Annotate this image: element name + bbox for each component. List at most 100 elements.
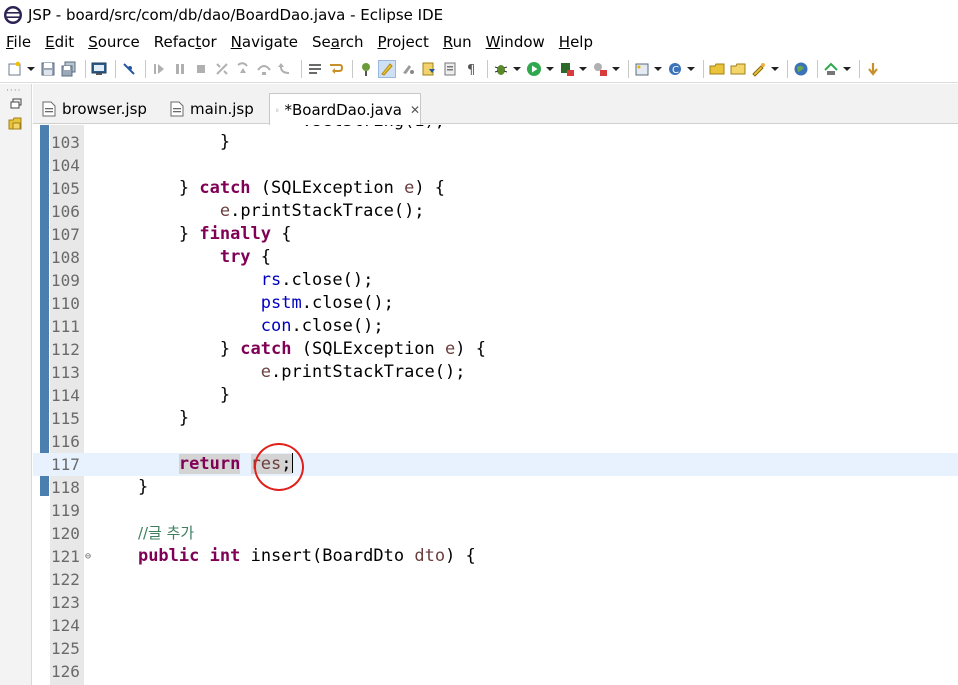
search-flashlight-icon[interactable] [750, 60, 768, 78]
new-icon[interactable] [6, 60, 24, 78]
menu-run[interactable]: Run [443, 33, 472, 51]
save-all-icon[interactable] [60, 60, 78, 78]
code-editor[interactable]: .setString(1); 103 }104105 } catch (SQLE… [33, 125, 958, 685]
code-line: 125 [33, 637, 958, 660]
new-java-class-icon[interactable]: C [666, 60, 684, 78]
next-edit-dropdown-icon[interactable] [843, 60, 851, 78]
menu-refactor[interactable]: Refactor [154, 33, 217, 51]
line-number: 105 [51, 179, 80, 198]
new-server-icon[interactable] [633, 60, 651, 78]
line-number: 122 [51, 570, 80, 589]
annotation-prev-icon[interactable] [441, 60, 459, 78]
menu-search[interactable]: Search [312, 33, 364, 51]
code-token: con [260, 316, 292, 336]
code-line: 110 pstm.close(); [33, 292, 958, 315]
package-explorer-icon[interactable] [7, 116, 25, 132]
code-token: (SQLException [250, 178, 405, 198]
editor-tab-bar: browser.jsp main.jsp J *BoardDao.java ✕ [33, 84, 958, 125]
code-line: 113 e.printStackTrace(); [33, 361, 958, 384]
code-token: } [97, 408, 190, 428]
code-token: .close(); [301, 293, 394, 313]
new-server-dropdown-icon[interactable] [654, 60, 662, 78]
debug-icon[interactable] [492, 60, 510, 78]
line-number: 123 [51, 593, 80, 612]
code-token: pstm [260, 293, 302, 313]
menu-source[interactable]: Source [88, 33, 140, 51]
code-token: } [97, 224, 200, 244]
toolbar-separator [628, 59, 629, 78]
toolbar-separator [301, 59, 302, 78]
run-icon[interactable] [525, 60, 543, 78]
code-token: e [219, 201, 231, 221]
external-tools-icon[interactable] [591, 60, 609, 78]
highlight-icon[interactable] [399, 60, 417, 78]
coverage-icon[interactable] [558, 60, 576, 78]
code-line: 119 [33, 499, 958, 522]
tab-label: *BoardDao.java [284, 100, 402, 119]
toolbar-separator [703, 59, 704, 78]
menu-help[interactable]: Help [559, 33, 593, 51]
save-icon[interactable] [39, 60, 57, 78]
close-tab-icon[interactable]: ✕ [410, 103, 420, 117]
line-number: 120 [51, 524, 80, 543]
run-dropdown-icon[interactable] [546, 60, 554, 78]
line-number: 104 [51, 156, 80, 175]
open-folder-icon[interactable] [729, 60, 747, 78]
mark-occurrences-icon[interactable] [378, 59, 396, 78]
jsp-file-icon [42, 101, 56, 117]
open-type-icon[interactable] [357, 60, 375, 78]
new-dropdown-icon[interactable] [27, 60, 35, 78]
jsp-file-icon [170, 101, 184, 117]
suspend-icon [171, 60, 189, 78]
fold-toggle-icon[interactable]: ⊖ [85, 545, 91, 568]
code-token: public [137, 546, 200, 566]
skip-breakpoints-icon[interactable] [120, 60, 138, 78]
terminate-icon [192, 60, 210, 78]
web-browser-icon[interactable] [792, 60, 810, 78]
svg-text:¶: ¶ [467, 63, 475, 77]
toolbar-separator [85, 59, 86, 78]
tab-boarddao-java[interactable]: J *BoardDao.java ✕ [269, 93, 421, 125]
new-java-class-dropdown-icon[interactable] [687, 60, 695, 78]
code-line: 115 } [33, 407, 958, 430]
code-token: (SQLException [291, 339, 446, 359]
code-line: 106 e.printStackTrace(); [33, 200, 958, 223]
line-number: 103 [51, 133, 80, 152]
tab-main-jsp[interactable]: main.jsp [164, 94, 268, 124]
code-token: { [271, 224, 292, 244]
word-wrap-icon[interactable] [327, 60, 345, 78]
debug-dropdown-icon[interactable] [513, 60, 521, 78]
open-project-icon[interactable] [708, 60, 726, 78]
restore-icon[interactable] [7, 96, 25, 112]
code-text: public int insert(BoardDto dto) { [97, 545, 476, 568]
menu-project[interactable]: Project [378, 33, 429, 51]
code-text: try { [97, 246, 271, 269]
line-number: 115 [51, 409, 80, 428]
coverage-dropdown-icon[interactable] [579, 60, 587, 78]
step-into-icon [234, 60, 252, 78]
menu-edit[interactable]: Edit [45, 33, 74, 51]
next-edit-location-icon[interactable] [822, 60, 840, 78]
code-line: 123 [33, 591, 958, 614]
menu-window[interactable]: Window [486, 33, 545, 51]
annotation-next-icon[interactable] [420, 60, 438, 78]
next-annotation-icon[interactable] [864, 60, 882, 78]
line-number: 121 [51, 547, 80, 566]
show-whitespace-icon[interactable]: ¶ [462, 60, 480, 78]
open-terminal-icon[interactable] [90, 60, 108, 78]
code-token: .close(); [291, 316, 384, 336]
toggle-block-selection-icon[interactable] [306, 60, 324, 78]
search-dropdown-icon[interactable] [771, 60, 779, 78]
external-tools-dropdown-icon[interactable] [612, 60, 620, 78]
menu-file[interactable]: File [6, 33, 31, 51]
code-line: 111 con.close(); [33, 315, 958, 338]
line-number: 113 [51, 363, 80, 382]
menu-navigate[interactable]: Navigate [231, 33, 298, 51]
code-line: 116 [33, 430, 958, 453]
tab-browser-jsp[interactable]: browser.jsp [36, 94, 164, 124]
code-text: } [97, 384, 230, 407]
